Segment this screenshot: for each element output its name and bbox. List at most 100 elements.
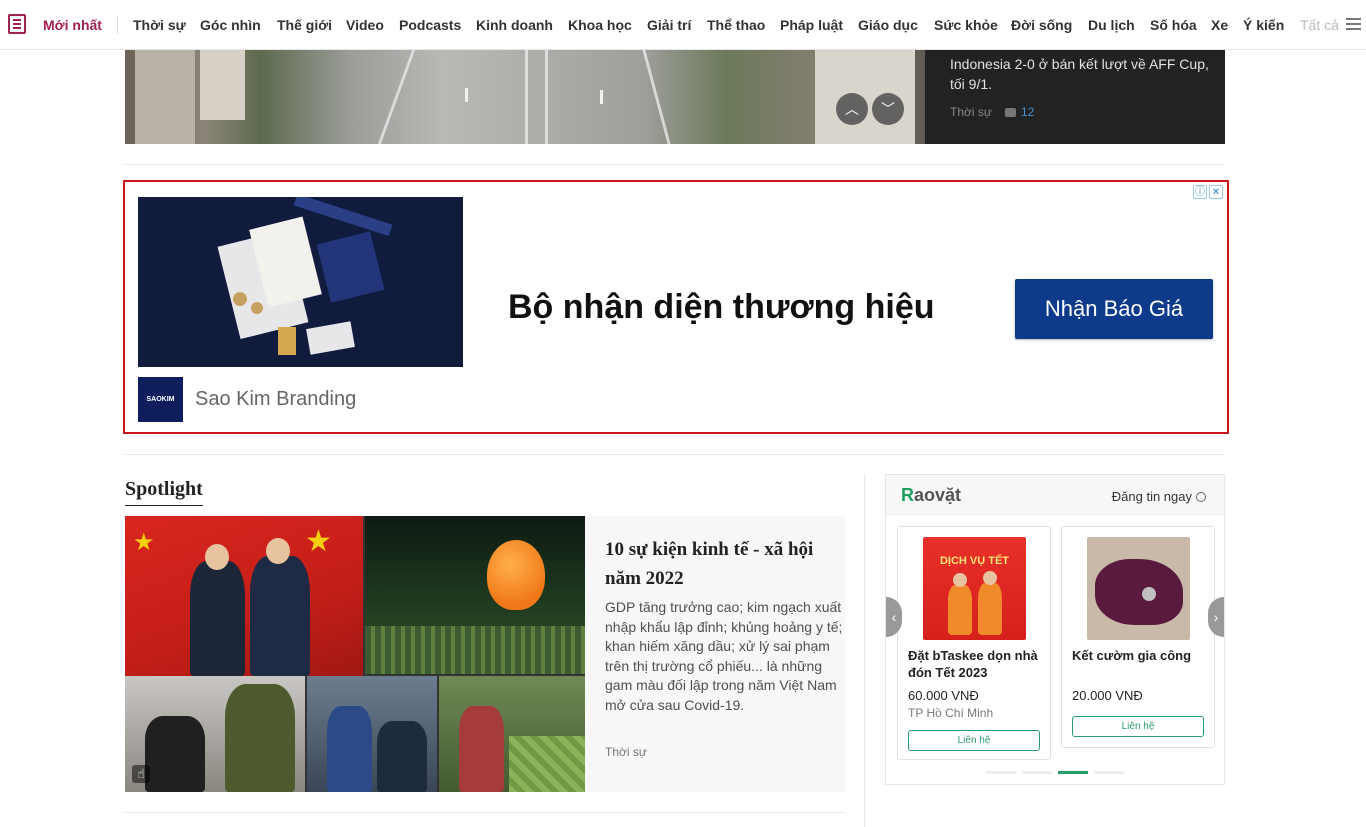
spotlight-headline[interactable]: 10 sự kiện kinh tế - xã hội năm 2022 xyxy=(605,535,840,593)
raovat-thumb-text: DỊCH VỤ TẾT xyxy=(939,555,1010,567)
ad-headline[interactable]: Bộ nhận diện thương hiệu xyxy=(508,288,935,327)
raovat-item[interactable]: DỊCH VỤ TẾT Đặt bTaskee dọn nhà đón Tết … xyxy=(897,526,1051,760)
divider xyxy=(125,812,845,813)
hamburger-icon[interactable] xyxy=(1346,18,1361,20)
star-shape: ★ xyxy=(133,529,155,556)
hero-side-category[interactable]: Thời sự xyxy=(950,105,992,119)
ad-image-coin xyxy=(233,292,247,306)
photo-market xyxy=(439,676,585,792)
road-dash xyxy=(600,90,603,104)
column-divider xyxy=(864,474,865,827)
ad-image-tube xyxy=(293,197,393,237)
beadwork-shape xyxy=(1095,559,1183,625)
photo-fuel xyxy=(307,676,437,792)
nav-item-podcasts[interactable]: Podcasts xyxy=(399,17,461,33)
comment-count-value: 12 xyxy=(1021,105,1035,119)
hero-image[interactable] xyxy=(125,50,925,144)
ad-banner[interactable]: Bộ nhận diện thương hiệu Nhận Báo Giá SA… xyxy=(123,180,1229,434)
nav-item-doi-song[interactable]: Đời sống xyxy=(1011,17,1072,33)
carousel-dot[interactable] xyxy=(1094,771,1124,774)
raovat-contact-button[interactable]: Liên hệ xyxy=(908,730,1040,751)
raovat-widget: Raovặt Đăng tin ngay DỊCH VỤ TẾT Đặt bTa… xyxy=(885,474,1225,785)
building-shape xyxy=(815,50,915,144)
photo-leaders: ★ ★ xyxy=(125,516,363,676)
photo-festival xyxy=(365,516,585,674)
road-dash xyxy=(465,88,468,102)
person-head-shape xyxy=(953,573,967,587)
ad-brand-logo[interactable]: SAOKIM xyxy=(138,377,183,422)
building-shape xyxy=(135,50,195,144)
nav-item-so-hoa[interactable]: Số hóa xyxy=(1150,17,1197,33)
hero-side-panel[interactable]: Indonesia 2-0 ở bán kết lượt về AFF Cup,… xyxy=(925,50,1225,144)
divider xyxy=(125,164,1225,165)
road-line xyxy=(377,50,416,144)
info-icon[interactable]: ⓘ xyxy=(1193,185,1207,199)
raovat-logo[interactable]: Raovặt xyxy=(901,485,961,506)
nav-item-thoi-su[interactable]: Thời sự xyxy=(133,17,186,33)
nav-item-kinh-doanh[interactable]: Kinh doanh xyxy=(476,17,553,33)
close-icon[interactable]: ✕ xyxy=(1209,185,1223,199)
spotlight-image[interactable]: ★ ★ xyxy=(125,516,585,792)
nav-item-khoa-hoc[interactable]: Khoa học xyxy=(568,17,632,33)
nav-item-the-gioi[interactable]: Thế giới xyxy=(277,17,332,33)
crowd-shape xyxy=(365,626,585,674)
nav-all[interactable]: Tất cả xyxy=(1300,17,1339,33)
ad-image-coin xyxy=(251,302,263,314)
nav-item-xe[interactable]: Xe xyxy=(1211,17,1228,33)
ad-cta-button[interactable]: Nhận Báo Giá xyxy=(1015,279,1213,339)
nav-divider xyxy=(117,16,118,34)
raovat-post-link[interactable]: Đăng tin ngay xyxy=(1112,489,1206,504)
raovat-item-thumbnail[interactable]: DỊCH VỤ TẾT xyxy=(923,537,1026,640)
produce-shape xyxy=(509,736,585,792)
carousel-dot[interactable] xyxy=(1022,771,1052,774)
raovat-logo-text: aovặt xyxy=(914,485,962,505)
chevron-down-icon[interactable]: ﹀ xyxy=(872,93,904,125)
carousel-dot-active[interactable] xyxy=(1058,771,1088,774)
nav-item-goc-nhin[interactable]: Góc nhìn xyxy=(200,17,261,33)
road-line xyxy=(642,50,671,144)
nav-item-video[interactable]: Video xyxy=(346,17,384,33)
nav-item-y-kien[interactable]: Ý kiến xyxy=(1243,17,1284,33)
raovat-item-price: 60.000 VNĐ xyxy=(908,688,979,703)
nav-item-phap-luat[interactable]: Pháp luật xyxy=(780,17,843,33)
ad-brand-name[interactable]: Sao Kim Branding xyxy=(195,388,356,411)
building-shape xyxy=(200,50,245,120)
person-shape xyxy=(327,706,372,792)
hero-side-snippet[interactable]: Indonesia 2-0 ở bán kết lượt về AFF Cup,… xyxy=(950,54,1210,94)
nav-item-giao-duc[interactable]: Giáo dục xyxy=(858,17,918,33)
person-shape xyxy=(250,556,310,676)
raovat-logo-r: R xyxy=(901,485,914,505)
bead-shape xyxy=(1142,587,1156,601)
raovat-item-name[interactable]: Đặt bTaskee dọn nhà đón Tết 2023 xyxy=(908,647,1046,681)
person-shape xyxy=(377,721,427,792)
person-shape xyxy=(459,706,504,792)
spotlight-category[interactable]: Thời sự xyxy=(605,745,647,759)
spotlight-title[interactable]: Spotlight xyxy=(125,478,203,506)
photo-medical xyxy=(125,676,305,792)
raovat-item-thumbnail[interactable] xyxy=(1087,537,1190,640)
vnexpress-logo-icon[interactable] xyxy=(8,14,26,34)
nav-item-suc-khoe[interactable]: Sức khỏe xyxy=(934,17,998,33)
chevron-up-icon[interactable]: ︿ xyxy=(836,93,868,125)
raovat-item-price: 20.000 VNĐ xyxy=(1072,688,1143,703)
raovat-post-label: Đăng tin ngay xyxy=(1111,489,1192,504)
nav-item-du-lich[interactable]: Du lịch xyxy=(1088,17,1135,33)
raovat-item[interactable]: Kết cườm gia công 20.000 VNĐ Liên hệ xyxy=(1061,526,1215,748)
road-line xyxy=(525,50,528,144)
raovat-contact-button[interactable]: Liên hệ xyxy=(1072,716,1204,737)
comment-icon xyxy=(1005,108,1016,117)
person-shape xyxy=(225,684,295,792)
raovat-item-location: TP Hồ Chí Minh xyxy=(908,706,994,720)
comment-count[interactable]: 12 xyxy=(1005,105,1034,119)
nav-item-the-thao[interactable]: Thể thao xyxy=(707,17,765,33)
ad-image[interactable] xyxy=(138,197,463,367)
spotlight-card[interactable]: 10 sự kiện kinh tế - xã hội năm 2022 GDP… xyxy=(585,516,845,792)
nav-latest[interactable]: Mới nhất xyxy=(43,17,102,33)
person-shape xyxy=(190,561,245,676)
nav-item-giai-tri[interactable]: Giải trí xyxy=(647,17,691,33)
star-shape: ★ xyxy=(305,525,332,558)
person-head-shape xyxy=(983,571,997,585)
carousel-dot[interactable] xyxy=(986,771,1016,774)
carousel-dots xyxy=(986,771,1124,774)
raovat-item-name[interactable]: Kết cườm gia công xyxy=(1072,647,1210,664)
